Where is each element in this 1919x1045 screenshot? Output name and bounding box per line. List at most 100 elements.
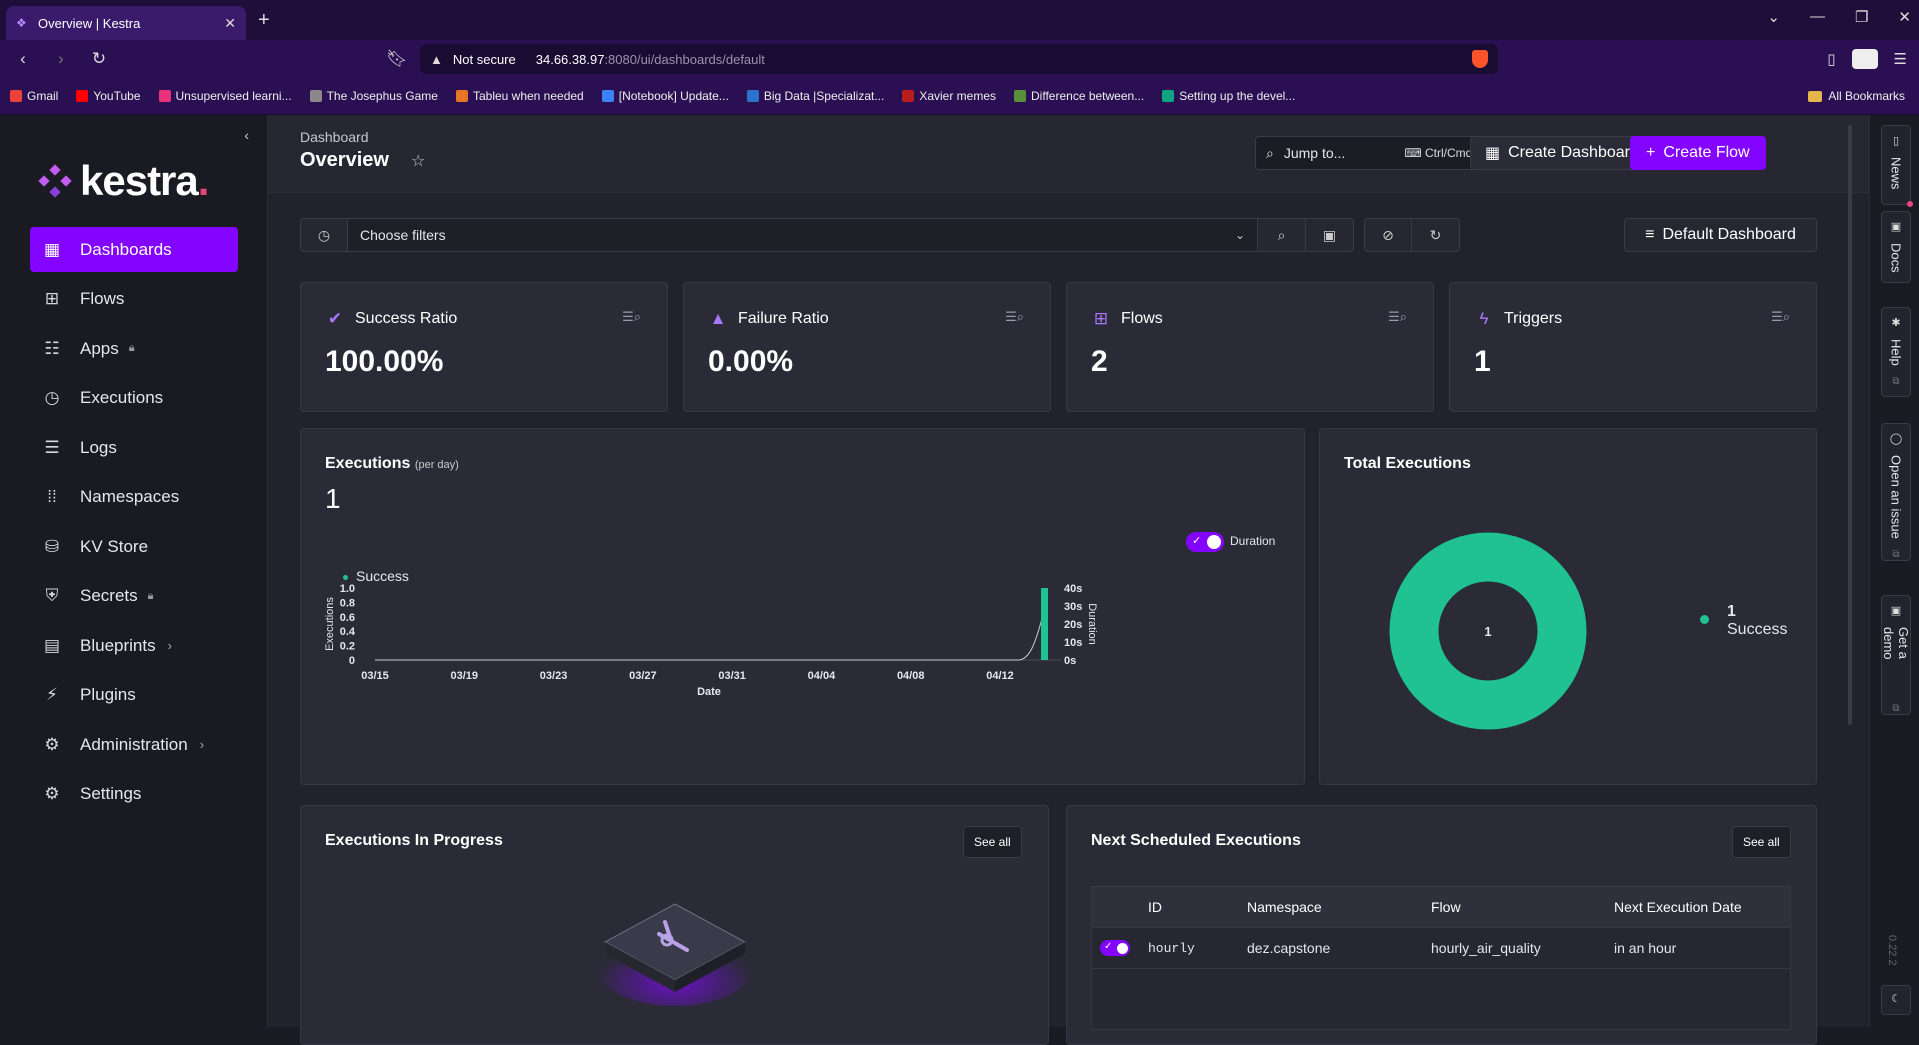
theme-tab[interactable]: ☾ <box>1881 985 1911 1015</box>
apps-icon: ☷ <box>44 338 60 358</box>
bookmark-item[interactable]: Gmail <box>10 89 58 103</box>
empty-state-illustration <box>595 903 755 1006</box>
browser-tabbar: ❖ Overview | Kestra ✕ + ⌄ — ❐ ✕ <box>0 0 1919 40</box>
create-flow-button[interactable]: + Create Flow <box>1630 136 1766 170</box>
search-icon[interactable]: ⌕ <box>1258 218 1306 252</box>
logs-icon: ☰ <box>44 437 60 457</box>
sidebar-item-flows[interactable]: ⊞ Flows <box>30 277 238 322</box>
sidebar-item-blueprints[interactable]: ▤ Blueprints › <box>30 623 238 668</box>
star-icon[interactable]: ☆ <box>411 151 425 171</box>
address-bar[interactable]: ▲ Not secure 34.66.38.97:8080/ui/dashboa… <box>420 44 1498 74</box>
sidebar-item-administration[interactable]: ⚙︎ Administration › <box>30 722 238 767</box>
bookmark-label: Big Data |Specializat... <box>763 89 885 103</box>
sidebar-item-dashboards[interactable]: ▦ Dashboards <box>30 227 238 272</box>
bookmark-item[interactable]: Tableu when needed <box>455 89 584 103</box>
search-icon: ⌕ <box>1266 144 1274 161</box>
brave-shield-icon[interactable] <box>1472 50 1488 68</box>
bookmark-label: The Josephus Game <box>326 89 438 103</box>
breadcrumb[interactable]: Dashboard <box>300 129 369 145</box>
browser-tab[interactable]: ❖ Overview | Kestra ✕ <box>6 6 246 40</box>
sidebar-item-logs[interactable]: ☰ Logs <box>30 425 238 470</box>
close-window-icon[interactable]: ✕ <box>1898 8 1911 26</box>
new-tab-button[interactable]: + <box>258 9 270 32</box>
restore-icon[interactable]: ❐ <box>1855 8 1868 26</box>
column-header[interactable]: Next Execution Date <box>1614 899 1790 915</box>
github-icon: ◯ <box>1889 433 1903 445</box>
minimize-icon[interactable]: — <box>1810 8 1825 26</box>
create-dashboard-button[interactable]: ▦ Create Dashboard <box>1470 136 1654 170</box>
news-tab[interactable]: ▯ News <box>1881 125 1913 207</box>
get-demo-tab[interactable]: ▣ Get a demo ⧉ <box>1881 595 1911 715</box>
details-icon[interactable]: ☰⌕ <box>1771 309 1790 325</box>
details-icon[interactable]: ☰⌕ <box>622 309 641 325</box>
external-link-icon: ⧉ <box>1892 703 1900 714</box>
y2-tick-label: 10s <box>1064 637 1082 649</box>
jump-to-button[interactable]: ⌕ Jump to... ⌨ Ctrl/Cmd + K <box>1255 136 1505 170</box>
sidebar: ‹ kestra. ▦ Dashboards ⊞ Flows ☷ Apps 🔒︎… <box>0 115 268 1027</box>
flows-icon: ⊞ <box>1093 309 1109 328</box>
bookmark-item[interactable]: Difference between... <box>1014 89 1144 103</box>
column-header[interactable]: Namespace <box>1247 899 1431 915</box>
x-tick-label: 03/31 <box>718 670 746 682</box>
see-all-button[interactable]: See all <box>963 826 1022 858</box>
collapse-sidebar-icon[interactable]: ‹ <box>244 127 249 143</box>
x-tick-label: 03/19 <box>451 670 479 682</box>
default-dashboard-label: Default Dashboard <box>1662 226 1796 243</box>
bookmark-item[interactable]: Big Data |Specializat... <box>746 89 885 103</box>
sidebar-item-secrets[interactable]: ⛨ Secrets 🔒︎ <box>30 574 238 619</box>
sidebar-item-plugins[interactable]: ⚡︎ Plugins <box>30 673 238 718</box>
open-issue-tab[interactable]: ◯ Open an issue ⧉ <box>1881 423 1911 561</box>
all-bookmarks-button[interactable]: All Bookmarks <box>1808 89 1905 103</box>
sidebar-toggle-icon[interactable]: ▯ <box>1827 50 1835 68</box>
success-dot <box>1700 615 1709 624</box>
menu-icon[interactable]: ☰ <box>1894 50 1907 68</box>
wallet-icon[interactable] <box>1851 49 1878 69</box>
close-tab-icon[interactable]: ✕ <box>224 15 236 32</box>
bookmark-item[interactable]: [Notebook] Update... <box>601 89 729 103</box>
sidebar-item-namespaces[interactable]: ⁞⁞ Namespaces <box>30 475 238 520</box>
sidebar-item-label: KV Store <box>80 536 149 556</box>
save-icon[interactable]: ▣ <box>1306 218 1354 252</box>
see-all-button[interactable]: See all <box>1732 826 1791 858</box>
bookmark-item[interactable]: The Josephus Game <box>309 89 438 103</box>
row-flow[interactable]: hourly_air_quality <box>1431 940 1614 956</box>
refresh-icon[interactable]: ↻ <box>1412 218 1460 252</box>
sidebar-item-apps[interactable]: ☷ Apps 🔒︎ <box>30 326 238 371</box>
sidebar-item-kv-store[interactable]: ⛁ KV Store <box>30 524 238 569</box>
dashboard-icon: ▦ <box>43 239 61 259</box>
refresh-off-icon[interactable]: ⊘ <box>1364 218 1412 252</box>
tab-search-icon[interactable]: ⌄ <box>1767 8 1780 26</box>
donut-center-label: 1 <box>1484 624 1491 639</box>
url-path: :8080/ui/dashboards/default <box>604 51 765 67</box>
filter-select[interactable]: Choose filters ⌄ <box>348 218 1258 252</box>
kestra-logo[interactable]: kestra. <box>38 157 209 205</box>
sidebar-item-settings[interactable]: ⚙ Settings <box>30 772 238 817</box>
y2-tick-label: 20s <box>1064 619 1082 631</box>
docs-tab[interactable]: ▣ Docs <box>1881 211 1911 283</box>
details-icon[interactable]: ☰⌕ <box>1388 309 1407 325</box>
help-tab[interactable]: ✱ Help ⧉ <box>1881 307 1911 397</box>
stat-label: Flows <box>1121 310 1163 327</box>
column-header[interactable]: Flow <box>1431 899 1614 915</box>
bookmark-item[interactable]: YouTube <box>76 89 141 103</box>
scrollbar[interactable] <box>1848 125 1852 725</box>
reload-icon[interactable]: ↻ <box>88 49 110 69</box>
bookmark-item[interactable]: Unsupervised learni... <box>158 89 292 103</box>
sidebar-item-label: Administration <box>80 734 188 754</box>
details-icon[interactable]: ☰⌕ <box>1005 309 1024 325</box>
sidebar-item-executions[interactable]: ◷ Executions <box>30 376 238 421</box>
back-icon[interactable]: ‹ <box>12 49 34 69</box>
default-dashboard-button[interactable]: ≡ Default Dashboard <box>1624 218 1817 252</box>
forward-icon[interactable]: › <box>50 49 72 69</box>
folder-icon <box>1808 90 1823 102</box>
bookmark-item[interactable]: Setting up the devel... <box>1162 89 1295 103</box>
docs-icon: ▣ <box>1890 221 1902 233</box>
bookmark-icon[interactable]: 🔖︎ <box>386 49 408 69</box>
column-header[interactable]: ID <box>1148 899 1247 915</box>
bookmark-item[interactable]: Xavier memes <box>902 89 996 103</box>
x-tick-label: 03/23 <box>540 670 568 682</box>
history-icon[interactable]: ◷ <box>300 218 348 252</box>
trigger-toggle[interactable]: ✓ <box>1100 940 1130 956</box>
row-namespace[interactable]: dez.capstone <box>1247 940 1431 956</box>
administration-icon: ⚙︎ <box>44 734 60 754</box>
